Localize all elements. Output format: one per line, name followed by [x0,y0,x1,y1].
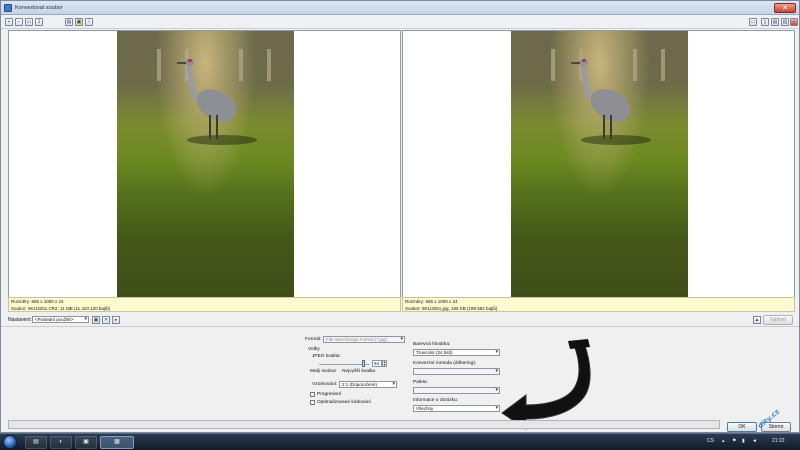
folder-icon: ▤ [33,439,39,445]
source-info: Rozměry: 665 x 1000 x 24 Soubor: 9K1I325… [8,297,401,312]
sampling-select[interactable]: 2:1 (Doporučené) [339,381,397,388]
quality-label: JPEG kvalita: [312,354,341,359]
options-group-label: Volby [308,347,320,352]
start-button[interactable] [3,435,17,449]
preset-manage-button[interactable]: ▸ [112,316,120,324]
layout-split-icon: ▯ [763,19,767,25]
source-image [117,31,294,297]
fit-icon: ▭ [26,19,32,25]
flag-icon[interactable]: ⚑ [732,438,736,444]
zoom-out-button[interactable]: − [15,18,23,26]
layout-split-button[interactable]: ▯ [761,18,769,26]
delete-icon: ✕ [103,317,109,323]
quality-slider-thumb[interactable] [362,360,365,367]
settings-bar: Nastavení: <Poslední použité> ▣ ✕ ▸ ▲ Ná… [1,313,799,327]
annotation-arrow [501,339,591,430]
language-indicator[interactable]: CS [707,438,714,444]
optimized-label: Optimalizované kódování [317,400,371,405]
close-button[interactable]: ✕ [774,3,796,13]
progress-bar [8,420,720,429]
title-bar: Konvertovat soubor ✕ [1,1,799,15]
close-preview-button[interactable]: ▪ [790,18,798,26]
save-button[interactable]: ▣ [75,18,83,26]
preview-toggle-button[interactable]: ▲ [753,316,761,324]
open-folder-icon: ▤ [66,19,72,25]
color-depth-label: Barevná hloubka: [413,342,451,347]
toolbar: + − ▭ 1 ▤ ▣ i ▭ ▯ ▤ ▥ ▪ [1,16,799,29]
progressive-label: Progresivní [317,392,342,397]
source-file: Soubor: 9K1I3251.CR2, 11 MB (11 423 120 … [11,305,111,311]
optimized-checkbox[interactable] [310,400,315,405]
conversion-label: Konverzní metoda (dithering): [413,361,477,366]
format-select[interactable]: File Interchange Format (*.jpg) [323,336,405,343]
zoom-in-button[interactable]: + [5,18,13,26]
image-info-select[interactable]: Všechny [413,405,500,412]
preset-delete-button[interactable]: ✕ [102,316,110,324]
preview-button[interactable]: Náhled [763,315,793,325]
volume-icon[interactable]: ◄ [752,438,757,444]
window-title: Konvertovat soubor [15,5,63,11]
fit-button[interactable]: ▭ [25,18,33,26]
taskbar-explorer[interactable]: ▤ [25,436,47,449]
taskbar-terminal[interactable]: ▣ [75,436,97,449]
info-button[interactable]: i [85,18,93,26]
ok-button[interactable]: OK [727,422,757,432]
clock[interactable]: 21:22 [772,438,785,444]
app-icon [4,4,12,12]
save-icon: ▣ [76,19,82,25]
network-icon[interactable]: ▮ [742,438,745,444]
color-depth-select[interactable]: Truecolor (24 bitů) [413,349,500,356]
layout-single-button[interactable]: ▭ [749,18,757,26]
info-icon: i [88,19,90,25]
options-icon: ▸ [114,317,118,323]
tray-up-icon[interactable]: ▴ [722,438,725,444]
result-preview[interactable] [402,30,795,312]
taskbar: ▤ ◐ ▣ ▦ CS ▴ ⚑ ▮ ◄ 21:22 [0,433,800,450]
convert-dialog: Konvertovat soubor ✕ + − ▭ 1 ▤ ▣ i ▭ ▯ ▤… [0,0,800,433]
actual-size-button[interactable]: 1 [35,18,43,26]
palette-select[interactable] [413,387,500,394]
close-preview-icon: ▪ [793,19,795,25]
actual-size-icon: 1 [37,19,41,25]
layout-vertical-button[interactable]: ▥ [781,18,789,26]
preset-select[interactable]: <Poslední použité> [32,316,89,323]
format-label: Formát: [305,337,322,342]
conversion-select[interactable] [413,368,500,375]
taskbar-image-viewer[interactable]: ▦ [100,436,134,449]
save-icon: ▣ [93,317,99,323]
sampling-label: Vzorkování: [312,382,338,387]
layout-horizontal-icon: ▤ [772,19,778,25]
image-viewer-icon: ▦ [114,439,120,445]
progressive-checkbox[interactable] [310,392,315,397]
zoom-in-icon: + [7,19,11,25]
settings-label: Nastavení: [8,317,32,323]
open-folder-button[interactable]: ▤ [65,18,73,26]
preset-save-button[interactable]: ▣ [92,316,100,324]
result-info: Rozměry: 665 x 1000 x 24 Soubor: 9K1I325… [402,297,795,312]
taskbar-browser[interactable]: ◐ [50,436,72,449]
terminal-icon: ▣ [83,439,89,445]
best-quality-label: Nejvyšší kvalita [342,369,376,374]
result-file: Soubor: 9K1I3251.jpg, 185 KB (189 562 ba… [405,305,498,311]
layout-horizontal-button[interactable]: ▤ [771,18,779,26]
result-image [511,31,688,297]
small-file-label: Malý soubor [310,369,337,374]
quality-input[interactable]: 94 [372,360,382,367]
browser-icon: ◐ [59,439,63,445]
quality-spinner[interactable]: ▴ ▾ [382,360,387,367]
preview-icon: ▲ [754,317,760,323]
source-preview[interactable] [8,30,401,312]
palette-label: Paleta: [413,380,428,385]
layout-single-icon: ▭ [750,19,756,25]
image-info-label: Informace o obrázku: [413,398,459,403]
zoom-out-icon: − [17,19,21,25]
layout-vertical-icon: ▥ [782,19,788,25]
